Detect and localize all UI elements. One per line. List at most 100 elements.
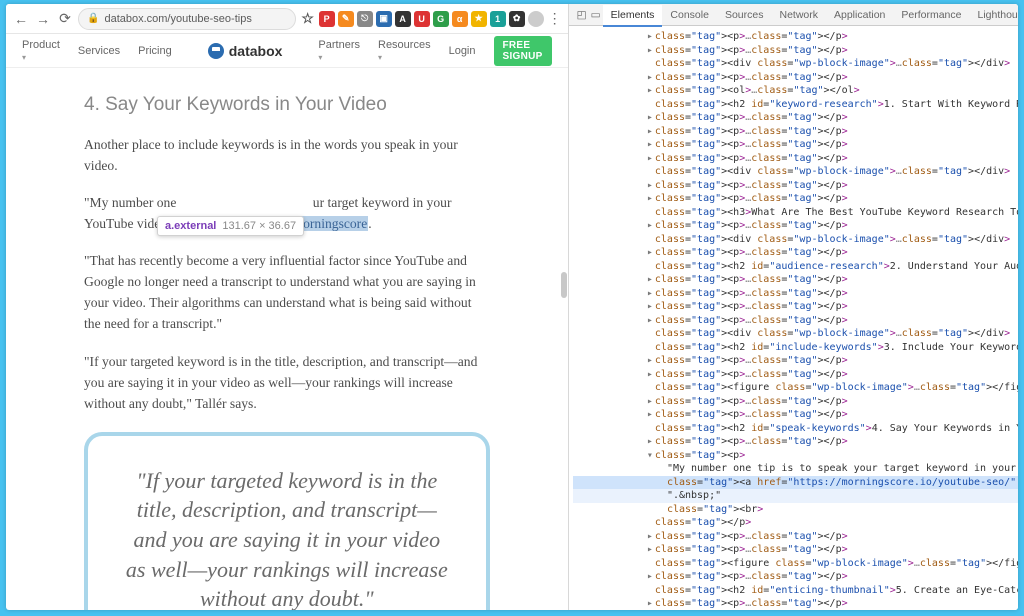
dom-node-line[interactable]: class="tag"><h2 id="keyword-research">1.… [573, 98, 1018, 112]
nav-services[interactable]: Services [78, 45, 120, 57]
dom-node-line[interactable]: class="tag"><figure class="wp-block-imag… [573, 381, 1018, 395]
nav-partners[interactable]: Partners [318, 39, 360, 63]
dom-node-line[interactable]: class="tag"><div class="wp-block-image">… [573, 233, 1018, 247]
article-body: 4. Say Your Keywords in Your Video Anoth… [6, 68, 568, 610]
dom-node-line[interactable]: ▸class="tag"><p>…class="tag"></p> [573, 543, 1018, 557]
dom-node-line[interactable]: ▸class="tag"><p>…class="tag"></p> [573, 71, 1018, 85]
address-bar[interactable]: 🔒 databox.com/youtube-seo-tips [78, 8, 296, 30]
dom-node-line[interactable]: ▸class="tag"><p>…class="tag"></p> [573, 246, 1018, 260]
element-picker-icon[interactable]: ◰ [575, 9, 589, 21]
extension-icon[interactable]: α [452, 11, 468, 27]
dom-node-line[interactable]: ▸class="tag"><p>…class="tag"></p> [573, 30, 1018, 44]
extension-icon[interactable]: ▣ [376, 11, 392, 27]
dom-node-line[interactable]: ▸class="tag"><p>…class="tag"></p> [573, 219, 1018, 233]
dom-node-line[interactable]: class="tag"><a href="https://morningscor… [573, 476, 1018, 490]
nav-pricing[interactable]: Pricing [138, 45, 172, 57]
scrollbar-thumb[interactable] [561, 272, 567, 298]
url-text: databox.com/youtube-seo-tips [104, 13, 251, 25]
dom-node-line[interactable]: ▸class="tag"><p>…class="tag"></p> [573, 192, 1018, 206]
extension-icon[interactable]: ✿ [509, 11, 525, 27]
signup-button[interactable]: FREE SIGNUP [494, 36, 552, 66]
site-nav: Product Services Pricing databox Partner… [6, 34, 568, 68]
dom-node-line[interactable]: ▸class="tag"><p>…class="tag"></p> [573, 408, 1018, 422]
forward-button[interactable]: → [34, 10, 52, 28]
dom-node-line[interactable]: class="tag"><h3>What Are The Best YouTub… [573, 206, 1018, 220]
pull-quote-card: "If your targeted keyword is in the titl… [84, 432, 490, 610]
dom-node-line[interactable]: ▸class="tag"><p>…class="tag"></p> [573, 354, 1018, 368]
browser-window: ← → ⟳ 🔒 databox.com/youtube-seo-tips ☆ P… [6, 4, 1018, 610]
devtools-panel: ◰ ▭ ElementsConsoleSourcesNetworkApplica… [569, 4, 1018, 610]
devtools-tab-application[interactable]: Application [826, 5, 893, 25]
back-button[interactable]: ← [12, 10, 30, 28]
site-logo[interactable]: databox [208, 43, 283, 59]
dom-node-line[interactable]: ▸class="tag"><p>…class="tag"></p> [573, 44, 1018, 58]
devtools-tab-elements[interactable]: Elements [603, 5, 663, 27]
dom-node-line[interactable]: ▸class="tag"><p>…class="tag"></p> [573, 597, 1018, 610]
dom-node-line[interactable]: ▸class="tag"><p>…class="tag"></p> [573, 138, 1018, 152]
devtools-tab-lighthouse[interactable]: Lighthouse [969, 5, 1018, 25]
reload-button[interactable]: ⟳ [56, 10, 74, 28]
chrome-menu-button[interactable]: ⋮ [548, 10, 562, 27]
dom-node-line[interactable]: ▸class="tag"><p>…class="tag"></p> [573, 111, 1018, 125]
dom-node-line[interactable]: ▸class="tag"><p>…class="tag"></p> [573, 179, 1018, 193]
device-toggle-icon[interactable]: ▭ [589, 9, 603, 21]
nav-login[interactable]: Login [449, 45, 476, 57]
dom-node-line[interactable]: class="tag"><h2 id="audience-research">2… [573, 260, 1018, 274]
extension-icon[interactable]: A [395, 11, 411, 27]
bookmark-star-icon[interactable]: ☆ [300, 11, 316, 27]
nav-resources[interactable]: Resources [378, 39, 431, 63]
dom-node-line[interactable]: ▸class="tag"><p>…class="tag"></p> [573, 300, 1018, 314]
pull-quote-text: "If your targeted keyword is in the titl… [124, 466, 450, 610]
dom-node-line[interactable]: ▸class="tag"><p>…class="tag"></p> [573, 570, 1018, 584]
devtools-tab-console[interactable]: Console [662, 5, 717, 25]
dom-node-line[interactable]: class="tag"><h2 id="enticing-thumbnail">… [573, 584, 1018, 598]
extension-icon[interactable]: 1 [490, 11, 506, 27]
text-fragment: . [368, 216, 371, 231]
paragraph: "That has recently become a very influen… [84, 250, 490, 334]
section-heading: 4. Say Your Keywords in Your Video [84, 94, 490, 116]
dom-node-line[interactable]: ▸class="tag"><p>…class="tag"></p> [573, 125, 1018, 139]
lock-icon: 🔒 [87, 13, 99, 24]
dom-node-line[interactable]: ▸class="tag"><p>…class="tag"></p> [573, 314, 1018, 328]
dom-node-line[interactable]: ▸class="tag"><p>…class="tag"></p> [573, 530, 1018, 544]
dom-node-line[interactable]: ▸class="tag"><ol>…class="tag"></ol> [573, 84, 1018, 98]
extension-icon[interactable]: G [433, 11, 449, 27]
dom-node-line[interactable]: ▸class="tag"><p>…class="tag"></p> [573, 435, 1018, 449]
devtools-tab-performance[interactable]: Performance [893, 5, 969, 25]
browser-toolbar: ← → ⟳ 🔒 databox.com/youtube-seo-tips ☆ P… [6, 4, 568, 34]
extension-icon[interactable]: U [414, 11, 430, 27]
dom-node-line[interactable]: class="tag"></p> [573, 516, 1018, 530]
dom-node-line[interactable]: class="tag"><figure class="wp-block-imag… [573, 557, 1018, 571]
dom-node-line[interactable]: ▸class="tag"><p>…class="tag"></p> [573, 287, 1018, 301]
dom-node-line[interactable]: class="tag"><div class="wp-block-image">… [573, 165, 1018, 179]
extension-icon[interactable]: ✎ [338, 11, 354, 27]
dom-node-line[interactable]: "My number one tip is to speak your targ… [573, 462, 1018, 476]
element-inspector-tooltip: a.external 131.67 × 36.67 [157, 216, 304, 236]
extensions-row: ☆ P ✎ ⎋ ▣ A U G α ★ 1 ✿ [300, 11, 544, 27]
paragraph: "If your targeted keyword is in the titl… [84, 351, 490, 414]
dom-node-line[interactable]: class="tag"><div class="wp-block-image">… [573, 57, 1018, 71]
devtools-tab-network[interactable]: Network [771, 5, 826, 25]
devtools-body: ▸class="tag"><p>…class="tag"></p> ▸class… [569, 26, 1018, 610]
extension-icon[interactable]: P [319, 11, 335, 27]
dom-node-line[interactable]: ▸class="tag"><p>…class="tag"></p> [573, 368, 1018, 382]
dom-node-line[interactable]: class="tag"><div class="wp-block-image">… [573, 327, 1018, 341]
dom-node-line[interactable]: ".&nbsp;" [573, 489, 1018, 503]
dom-node-line[interactable]: ▸class="tag"><p>…class="tag"></p> [573, 152, 1018, 166]
dom-node-line[interactable]: ▾class="tag"><p> [573, 449, 1018, 463]
nav-product[interactable]: Product [22, 39, 60, 63]
dom-node-line[interactable]: class="tag"><br> [573, 503, 1018, 517]
tooltip-dimensions: 131.67 × 36.67 [222, 220, 296, 232]
extension-icon[interactable]: ★ [471, 11, 487, 27]
text-fragment: "My number one [84, 195, 180, 210]
profile-avatar-icon[interactable] [528, 11, 544, 27]
logo-icon [208, 43, 224, 59]
dom-node-line[interactable]: ▸class="tag"><p>…class="tag"></p> [573, 395, 1018, 409]
devtools-tab-sources[interactable]: Sources [717, 5, 772, 25]
dom-node-line[interactable]: class="tag"><h2 id="include-keywords">3.… [573, 341, 1018, 355]
dom-tree[interactable]: ▸class="tag"><p>…class="tag"></p> ▸class… [569, 26, 1018, 610]
logo-text: databox [229, 43, 283, 59]
dom-node-line[interactable]: ▸class="tag"><p>…class="tag"></p> [573, 273, 1018, 287]
dom-node-line[interactable]: class="tag"><h2 id="speak-keywords">4. S… [573, 422, 1018, 436]
extension-icon[interactable]: ⎋ [357, 11, 373, 27]
